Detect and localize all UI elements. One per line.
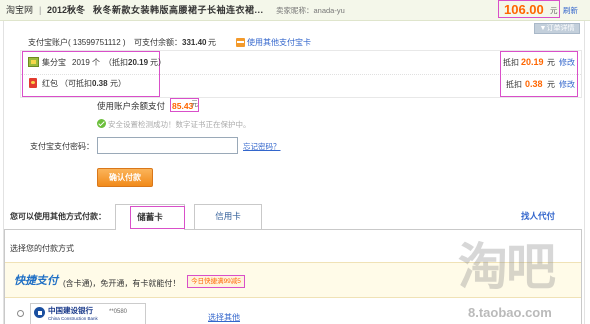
alipay-card-icon (236, 38, 245, 47)
jifenbao-deduct-label: 抵扣 (503, 58, 519, 67)
bank-name: 中国建设银行 (48, 306, 93, 315)
hongbao-note-value: 0.38 (92, 79, 108, 88)
choose-other-link[interactable]: 选择其他 (208, 313, 240, 323)
confirm-payment-button[interactable]: 确认付款 (97, 168, 153, 187)
other-methods-label: 您可以使用其他方式付款： (10, 212, 106, 221)
hongbao-deduct-label: 抵扣 (506, 80, 522, 89)
jifenbao-note-prefix: （抵扣 (104, 58, 128, 67)
balance-label: 可支付余额： (134, 38, 182, 47)
pay-for-me-link[interactable]: 找人代付 (521, 211, 555, 221)
forgot-password-link[interactable]: 忘记密码？ (243, 142, 281, 151)
jifenbao-icon (28, 57, 39, 67)
jifenbao-deduct-value: 20.19 (521, 57, 544, 67)
total-amount: 106.00 (504, 2, 544, 17)
balance-unit: 元 (208, 38, 216, 47)
seller-nickname: 卖家昵称：anada-yu (276, 6, 345, 15)
jifenbao-edit-link[interactable]: 修改 (559, 58, 575, 68)
use-other-card-link[interactable]: 使用其他支付宝卡 (247, 38, 311, 48)
jifenbao-deduct-unit: 元 (547, 58, 555, 67)
hongbao-note-suffix: 元） (110, 79, 126, 88)
alipay-account: 支付宝账户( 13599751112 ) (28, 38, 126, 47)
debit-tab-highlight (130, 206, 185, 229)
refresh-link[interactable]: 刷新 (563, 6, 578, 15)
alipay-checkout-page: 淘宝网 | 2012秋冬 秋冬新款女装韩版高腰裙子长袖连衣裙... 卖家昵称：a… (0, 0, 590, 324)
header-separator: | (39, 5, 42, 15)
security-message: 安全设置检测成功！数字证书正在保护中。 (108, 120, 251, 129)
bank-name-en: China Construction Bank (48, 316, 98, 321)
ccb-logo-icon (34, 307, 45, 318)
hongbao-deduct-value: 0.38 (525, 79, 543, 89)
hongbao-edit-link[interactable]: 修改 (559, 80, 575, 90)
total-amount-box: 106.00 元 (498, 0, 560, 18)
password-input[interactable] (97, 137, 238, 154)
hongbao-icon (29, 78, 37, 88)
balance-payment-label: 使用账户余额支付 (97, 101, 166, 111)
total-currency: 元 (550, 6, 558, 15)
check-icon (97, 119, 106, 128)
hongbao-name: 红包 (42, 79, 58, 88)
site-name[interactable]: 淘宝网 (6, 5, 33, 16)
jifenbao-name: 集分宝 (42, 58, 66, 67)
jifenbao-count: 2019 个 (72, 58, 101, 67)
tab-credit-card[interactable]: 信用卡 (194, 204, 262, 229)
password-label: 支付宝支付密码： (30, 142, 94, 151)
payment-panel-title: 选择您的付款方式 (10, 244, 74, 253)
quick-pay-promo-badge[interactable]: 今日快捷满99减5 (187, 275, 245, 288)
balance-payment-unit: 元 (191, 101, 198, 108)
hongbao-note-prefix: （可抵扣 (60, 79, 92, 88)
season-tag: 2012秋冬 (47, 5, 86, 15)
balance-value: 331.40 (182, 38, 207, 47)
bank-radio[interactable] (17, 310, 24, 317)
quick-pay-logo: 快捷支付 (14, 275, 58, 287)
bank-card-option[interactable]: 中国建设银行 China Construction Bank **0580 (30, 303, 146, 324)
jifenbao-note-suffix: 元） (150, 58, 166, 67)
hongbao-deduct-unit: 元 (547, 80, 555, 89)
item-title[interactable]: 秋冬新款女装韩版高腰裙子长袖连衣裙... (93, 5, 264, 16)
card-tail-number: **0580 (109, 309, 128, 315)
quick-pay-description: (含卡通)，免开通，有卡就能付！ (63, 279, 181, 288)
jifenbao-note-value: 20.19 (128, 58, 149, 67)
